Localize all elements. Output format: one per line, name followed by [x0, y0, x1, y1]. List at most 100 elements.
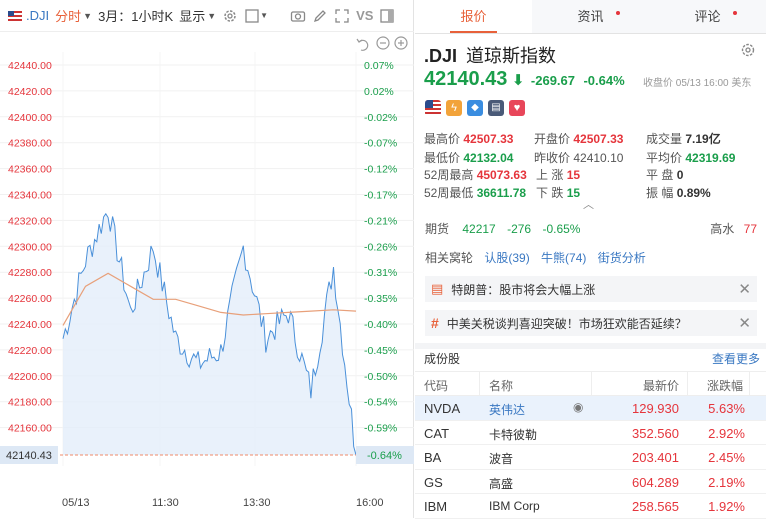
link-outstanding[interactable]: 街货分析 — [598, 251, 646, 265]
chevron-down-icon: ▼ — [207, 10, 217, 21]
y-axis-label: 42240.00 — [8, 319, 52, 331]
vs-button[interactable]: VS — [353, 0, 376, 32]
settings-icon[interactable] — [740, 42, 756, 63]
low-value: 42132.04 — [463, 151, 514, 165]
x-axis-label: 13:30 — [243, 497, 271, 509]
badge-row: ϟ ◆ ▤ ♥ — [425, 100, 525, 116]
mode-dropdown[interactable]: 分时 ▼ — [52, 0, 95, 32]
current-price-label: 42140.43 — [6, 450, 52, 462]
pct-axis-label: -0.45% — [364, 345, 397, 357]
heart-icon[interactable]: ♥ — [509, 100, 525, 116]
tab-news[interactable]: 资讯 — [532, 0, 649, 33]
tab-bar: 报价 资讯 评论 — [415, 0, 766, 34]
row-code: GS — [424, 474, 443, 490]
flat-count: 0 — [676, 168, 684, 182]
display-dropdown[interactable]: 显示 ▼ — [176, 0, 219, 32]
link-warrants[interactable]: 认股(39) — [484, 251, 529, 265]
camera-icon[interactable] — [287, 0, 309, 32]
row-price: 203.401 — [632, 450, 679, 465]
y-axis-label: 42300.00 — [8, 241, 52, 253]
us-flag-icon — [425, 100, 441, 116]
row-pct: 2.92% — [708, 425, 745, 441]
square-icon[interactable]: ▼ — [241, 0, 271, 32]
y-axis-label: 42420.00 — [8, 86, 52, 98]
book-icon[interactable]: ▤ — [488, 100, 504, 116]
x-axis-label: 16:00 — [356, 497, 384, 509]
row-code: IBM — [424, 499, 448, 514]
row-pct: 2.19% — [708, 474, 745, 490]
table-row[interactable]: NVDA 英伟达 129.930 5.63% ◉ — [415, 396, 766, 421]
pct-axis-label: -0.21% — [364, 215, 397, 227]
pct-axis-label: -0.02% — [364, 112, 397, 124]
volume-value: 7.19亿 — [685, 132, 721, 146]
row-price: 604.289 — [632, 474, 679, 490]
table-row[interactable]: BA 波音 203.401 2.45% — [415, 445, 766, 470]
chart-pane: .DJI 分时 ▼ 3月：1小时K 显示 ▼ ▼ VS 42440.00 0.07… — [0, 0, 414, 518]
price-row: 42140.43 ⬇ -269.67 -0.64% — [424, 68, 625, 91]
y-axis-label: 42260.00 — [8, 293, 52, 305]
pct-axis-label: -0.54% — [364, 397, 397, 409]
zoom-out-icon[interactable] — [376, 36, 390, 50]
pct-axis-label: -0.35% — [364, 293, 397, 305]
settings-icon[interactable] — [219, 0, 241, 32]
futures-row[interactable]: 期货 42217 -276 -0.65% 高水 77 — [425, 220, 757, 237]
expand-chevron-icon[interactable]: ︿ — [583, 196, 594, 212]
period-dropdown[interactable]: 3月：1小时K — [95, 0, 176, 32]
table-row[interactable]: CAT 卡特彼勒 352.560 2.92% — [415, 421, 766, 445]
tab-quote[interactable]: 报价 — [415, 0, 532, 33]
row-name: 波音 — [489, 452, 514, 466]
avg-value: 42319.69 — [685, 151, 736, 165]
y-axis-label: 42360.00 — [8, 164, 52, 176]
last-price: 42140.43 — [424, 68, 508, 90]
pct-axis-label: -0.50% — [364, 371, 397, 383]
table-row[interactable]: IBM IBM Corp 258.565 1.92% — [415, 494, 766, 519]
constituents-table: 代码 名称 最新价 涨跌幅 NVDA 英伟达 129.930 5.63% ◉ CAT 卡特彼… — [415, 371, 766, 519]
y-axis-label: 42380.00 — [8, 138, 52, 150]
row-name: 高盛 — [489, 476, 514, 491]
pct-axis-label: -0.17% — [364, 190, 397, 202]
table-row[interactable]: GS 高盛 604.289 2.19% — [415, 470, 766, 494]
52w-low-value: 36611.78 — [476, 186, 527, 200]
close-icon[interactable]: ✕ — [738, 314, 751, 332]
price-change-pct: -0.64% — [583, 73, 625, 88]
fullscreen-icon[interactable] — [331, 0, 353, 32]
lightning-icon[interactable]: ϟ — [446, 100, 462, 116]
section-divider — [415, 343, 766, 349]
topic-banner[interactable]: # 中美关税谈判喜迎突破！市场狂欢能否延续？ ✕ — [425, 310, 757, 336]
price-change: -269.67 — [530, 73, 575, 88]
chart-toolbar: .DJI 分时 ▼ 3月：1小时K 显示 ▼ ▼ VS — [0, 0, 414, 32]
close-icon[interactable]: ✕ — [738, 280, 751, 298]
row-code: CAT — [424, 425, 450, 441]
constituents-title: 成份股 — [424, 352, 461, 366]
row-pct: 1.92% — [708, 499, 745, 514]
open-value: 42507.33 — [573, 132, 624, 146]
row-price: 129.930 — [632, 401, 679, 416]
news-banner[interactable]: ▤ 特朗普：股市将会大幅上涨 ✕ — [425, 276, 757, 302]
table-header: 代码 名称 最新价 涨跌幅 — [415, 371, 766, 397]
y-axis-label: 42200.00 — [8, 371, 52, 383]
price-chart: 42440.00 0.07% 42420.00 0.02% 42400.00 -0.02%… — [0, 36, 414, 509]
y-axis-label: 42220.00 — [8, 345, 52, 357]
chevron-down-icon: ▼ — [83, 10, 93, 21]
y-axis-label: 42280.00 — [8, 267, 52, 279]
link-cbbc[interactable]: 牛熊(74) — [541, 251, 586, 265]
symbol-label[interactable]: .DJI — [0, 0, 52, 32]
stats-grid: 最高价 42507.33 开盘价 42507.33 成交量 7.19亿 最低价 … — [424, 132, 736, 200]
eye-icon[interactable]: ◉ — [573, 400, 583, 414]
pen-icon[interactable] — [309, 0, 331, 32]
tab-comments[interactable]: 评论 — [649, 0, 766, 33]
high-value: 42507.33 — [463, 132, 514, 146]
y-axis-label: 42160.00 — [8, 423, 52, 435]
down-count: 15 — [566, 186, 581, 200]
tag-icon[interactable]: ◆ — [467, 100, 483, 116]
close-time: 收盘价 05/13 16:00 美东 — [643, 78, 752, 89]
undo-icon[interactable] — [356, 38, 369, 51]
panel-icon[interactable] — [376, 0, 398, 32]
52w-high-value: 45073.63 — [476, 168, 527, 182]
zoom-in-icon[interactable] — [394, 36, 408, 50]
row-code: NVDA — [424, 401, 461, 416]
view-more-link[interactable]: 查看更多 — [712, 350, 760, 367]
col-divider — [591, 372, 592, 397]
prev-close-value: 42410.10 — [573, 151, 624, 165]
price-area — [63, 213, 356, 455]
